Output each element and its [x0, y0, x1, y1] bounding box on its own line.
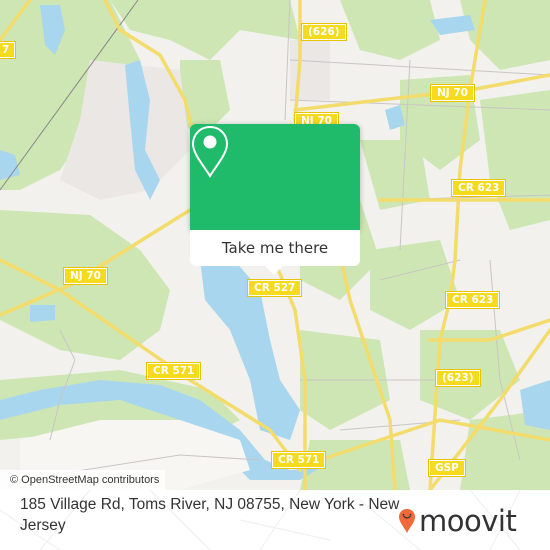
moovit-wordmark: moovit [419, 504, 517, 538]
map-pin-icon [191, 125, 229, 178]
shield-623: (623) [435, 369, 481, 387]
shield-nj70-west: NJ 70 [63, 267, 108, 285]
footer: 185 Village Rd, Toms River, NJ 08755, Ne… [0, 490, 550, 550]
address-text: 185 Village Rd, Toms River, NJ 08755, Ne… [20, 496, 400, 534]
shield-cr571-west: CR 571 [145, 362, 202, 380]
shield-edge-left: 7 [0, 41, 17, 59]
shield-626: (626) [301, 23, 347, 41]
map-view[interactable]: (626) NJ 70 NJ 70 CR 623 NJ 70 CR 527 CR… [0, 0, 550, 490]
shield-cr623-north: CR 623 [450, 179, 507, 197]
shield-cr527: CR 527 [246, 279, 303, 297]
moovit-logo[interactable]: moovit [398, 504, 517, 538]
popup-pointer [265, 266, 283, 275]
map-attribution[interactable]: © OpenStreetMap contributors [0, 470, 166, 490]
shield-cr623-south: CR 623 [444, 291, 501, 309]
shield-nj70-east: NJ 70 [430, 84, 475, 102]
location-popup: Take me there [190, 124, 360, 275]
shield-gsp: GSP [428, 459, 466, 477]
popup-header [190, 124, 360, 230]
shield-cr571-south: CR 571 [270, 451, 327, 469]
take-me-there-button[interactable]: Take me there [190, 230, 360, 266]
moovit-pin-icon [399, 509, 415, 533]
